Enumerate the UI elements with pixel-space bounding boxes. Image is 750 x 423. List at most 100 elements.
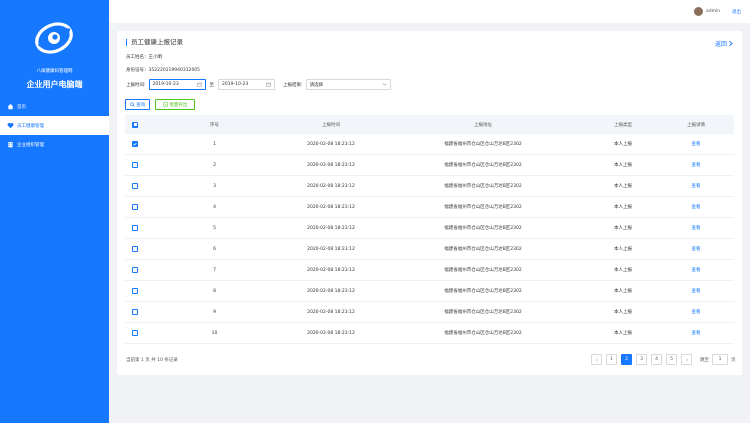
goto-label: 跳至 <box>700 357 709 363</box>
cell-address: 福建省福州市仓山区仓山万达B区2302 <box>444 226 522 231</box>
check-icon <box>133 142 137 146</box>
avatar[interactable] <box>694 7 703 16</box>
view-detail-link[interactable]: 查看 <box>658 267 734 273</box>
time-label: 上报时间: <box>126 82 146 88</box>
select-all-checkbox[interactable] <box>132 121 138 128</box>
table-header: 序号 上报时间 上报地址 上报类型 上报详情 <box>125 115 734 134</box>
id-number-row: 身份证号：352220119940312005 <box>126 67 200 73</box>
cell-no: 10 <box>211 330 218 336</box>
sidebar-item-employee-health[interactable]: 员工健康管理 <box>0 116 109 135</box>
page-list: 12345 <box>606 354 677 365</box>
select-all-cell <box>125 121 145 128</box>
row-checkbox[interactable] <box>132 309 138 315</box>
header-address: 上报地址 <box>474 122 492 128</box>
cell-time: 2020-02-08 18:23:12 <box>307 267 355 273</box>
row-checkbox[interactable] <box>132 267 138 273</box>
view-detail-link[interactable]: 查看 <box>658 288 734 294</box>
employee-name-row: 员工姓名：王小明 <box>126 54 162 60</box>
prev-page-button[interactable] <box>591 354 602 365</box>
start-date-value: 2019-10-23 <box>152 82 179 87</box>
page-button-2[interactable]: 2 <box>621 354 632 365</box>
cell-type: 本人上报 <box>614 310 632 315</box>
view-detail-link[interactable]: 查看 <box>658 309 734 315</box>
row-select-cell <box>125 225 145 231</box>
table-body: 1 2020-02-08 18:23:12 福建省福州市仓山区仓山万达B区2302 本… <box>125 134 734 344</box>
page-button-3[interactable]: 3 <box>636 354 647 365</box>
table-row: 10 2020-02-08 18:23:12 福建省福州市仓山区仓山万达B区2302… <box>125 323 734 344</box>
chevron-right-icon <box>685 357 688 362</box>
cell-type: 本人上报 <box>614 289 632 294</box>
chevron-down-icon <box>382 83 386 86</box>
cell-type: 本人上报 <box>614 163 632 168</box>
swirl-logo-icon <box>35 22 73 54</box>
cell-no: 6 <box>213 246 216 252</box>
id-label: 身份证号： <box>126 68 149 73</box>
sidebar-item-label: 首页 <box>17 104 26 110</box>
row-checkbox[interactable] <box>132 141 138 147</box>
header-time: 上报时间 <box>322 122 340 128</box>
goto-suffix: 页 <box>731 357 736 363</box>
id-number: 352220119940312005 <box>148 68 201 73</box>
cell-address: 福建省福州市仓山区仓山万达B区2302 <box>444 331 522 336</box>
row-select-cell <box>125 267 145 273</box>
row-checkbox[interactable] <box>132 162 138 168</box>
result-select-value: 请选择 <box>309 82 324 88</box>
record-card: 员工健康上报记录 返回 员工姓名：王小明 身份证号：35222011994031… <box>117 31 742 375</box>
view-detail-link[interactable]: 查看 <box>658 330 734 336</box>
row-select-cell <box>125 246 145 252</box>
view-detail-link[interactable]: 查看 <box>658 246 734 252</box>
view-detail-link[interactable]: 查看 <box>658 204 734 210</box>
goto-page-input[interactable]: 1 <box>712 354 728 365</box>
cell-no: 5 <box>213 225 216 231</box>
cell-address: 福建省福州市仓山区仓山万达B区2302 <box>444 247 522 252</box>
end-date-picker[interactable]: 2019-10-23 <box>218 79 276 90</box>
row-checkbox[interactable] <box>132 204 138 210</box>
records-table: 序号 上报时间 上报地址 上报类型 上报详情 1 2020-02-08 18:23… <box>125 115 734 344</box>
pagination: 12345 跳至 1 页 <box>591 354 736 365</box>
cell-no: 1 <box>213 141 216 147</box>
page-button-1[interactable]: 1 <box>606 354 617 365</box>
cell-no: 2 <box>213 162 216 168</box>
row-checkbox[interactable] <box>132 246 138 252</box>
table-row: 7 2020-02-08 18:23:12 福建省福州市仓山区仓山万达B区2302 本… <box>125 260 734 281</box>
cell-no: 9 <box>213 309 216 315</box>
cell-time: 2020-02-08 18:23:12 <box>307 330 355 336</box>
header-detail: 上报详情 <box>687 122 705 128</box>
row-checkbox[interactable] <box>132 330 138 336</box>
cell-no: 4 <box>213 204 216 210</box>
calendar-icon <box>266 82 271 87</box>
sidebar-item-org[interactable]: 企业组织管理 <box>0 135 109 154</box>
cell-address: 福建省福州市仓山区仓山万达B区2302 <box>444 268 522 273</box>
view-detail-link[interactable]: 查看 <box>658 162 734 168</box>
view-detail-link[interactable]: 查看 <box>658 225 734 231</box>
page-button-4[interactable]: 4 <box>651 354 662 365</box>
header-type: 上报类型 <box>614 122 632 128</box>
row-checkbox[interactable] <box>132 225 138 231</box>
view-detail-link[interactable]: 查看 <box>658 141 734 147</box>
page-button-5[interactable]: 5 <box>666 354 677 365</box>
sidebar-item-home[interactable]: 首页 <box>0 97 109 116</box>
row-checkbox[interactable] <box>132 183 138 189</box>
cell-no: 8 <box>213 288 216 294</box>
result-label: 上报结果: <box>283 82 303 88</box>
employee-name: 王小明 <box>148 55 163 60</box>
logout-link[interactable]: 退出 <box>732 9 741 15</box>
next-page-button[interactable] <box>681 354 692 365</box>
search-button[interactable]: 查询 <box>125 99 150 110</box>
search-icon <box>130 102 135 107</box>
result-select[interactable]: 请选择 <box>305 79 391 90</box>
start-date-picker[interactable]: 2019-10-23 <box>148 79 206 90</box>
export-button[interactable]: 批量导出 <box>155 99 195 110</box>
calendar-icon <box>196 82 202 87</box>
cell-time: 2020-02-08 18:23:12 <box>307 183 355 189</box>
table-row: 5 2020-02-08 18:23:12 福建省福州市仓山区仓山万达B区2302 本… <box>125 218 734 239</box>
table-row: 9 2020-02-08 18:23:12 福建省福州市仓山区仓山万达B区2302 本… <box>125 302 734 323</box>
cell-time: 2020-02-08 18:23:12 <box>307 288 355 294</box>
top-bar: admin 退出 <box>109 0 750 23</box>
row-select-cell <box>125 162 145 168</box>
row-checkbox[interactable] <box>132 288 138 294</box>
view-detail-link[interactable]: 查看 <box>658 183 734 189</box>
sidebar-nav: 首页 员工健康管理 企业组织管理 <box>0 97 109 154</box>
cell-time: 2020-02-08 18:23:12 <box>307 204 355 210</box>
back-link[interactable]: 返回 <box>715 39 734 48</box>
